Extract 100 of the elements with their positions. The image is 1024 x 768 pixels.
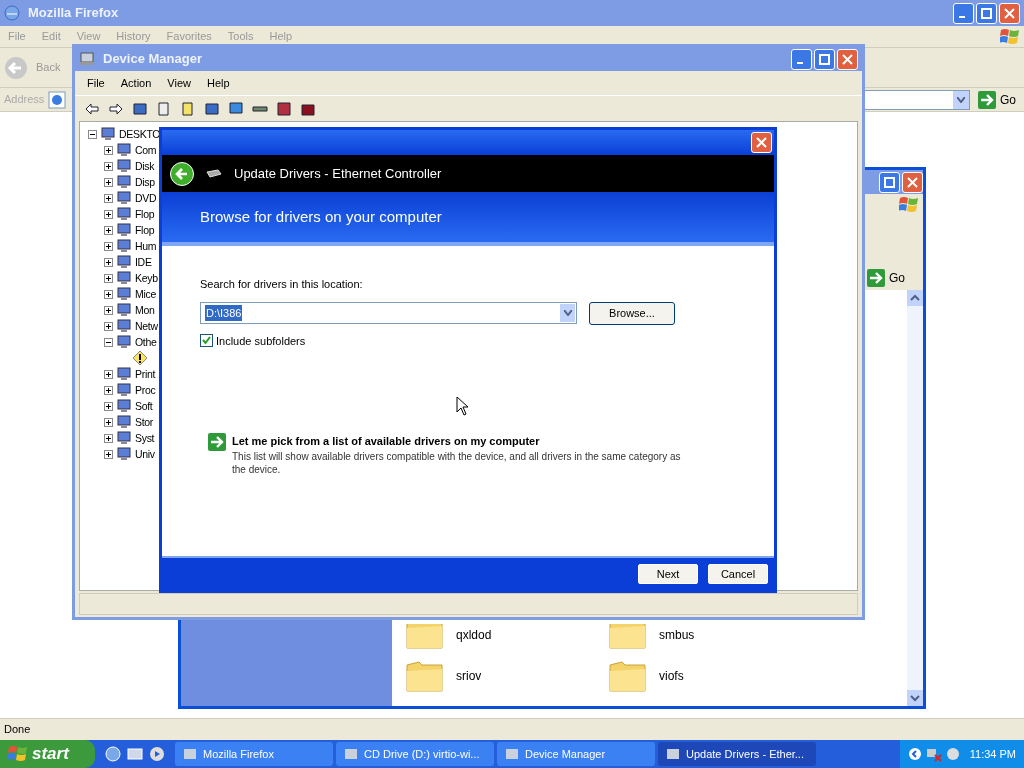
tree-item[interactable]: Syst	[135, 432, 155, 444]
expander-icon[interactable]	[104, 161, 113, 171]
expander-icon[interactable]	[104, 417, 113, 427]
menu-item[interactable]: Help	[198, 74, 238, 92]
expander-icon[interactable]	[104, 273, 113, 283]
tree-item[interactable]: Keyb	[135, 272, 158, 284]
folder-name[interactable]: qxldod	[456, 626, 492, 644]
minimize-icon	[797, 62, 803, 64]
device-icon	[116, 271, 132, 285]
tree-item[interactable]: Mice	[135, 288, 156, 300]
minimize-button[interactable]	[791, 48, 812, 70]
expander-icon[interactable]	[104, 449, 113, 459]
tree-item[interactable]: Soft	[135, 400, 153, 412]
location-combo-box[interactable]: D:\I386	[200, 302, 577, 324]
tree-item[interactable]: Proc	[135, 384, 156, 396]
tree-item[interactable]: Com	[135, 144, 157, 156]
expander-icon[interactable]	[104, 177, 113, 187]
close-button[interactable]	[999, 2, 1020, 24]
tree-item[interactable]: Print	[135, 368, 156, 380]
back-icon	[175, 166, 189, 181]
tree-item[interactable]: Flop	[135, 224, 155, 236]
scrollbar[interactable]	[907, 290, 923, 706]
back-button[interactable]	[170, 161, 194, 186]
option-link[interactable]: Let me pick from a list of available drivers on my computer	[232, 433, 682, 450]
device-icon	[116, 191, 132, 205]
maximize-icon	[884, 176, 895, 188]
expander-icon[interactable]	[104, 289, 113, 299]
window-title: Device Manager	[103, 50, 203, 69]
taskbar-button[interactable]: Device Manager	[497, 742, 655, 766]
expander-icon[interactable]	[104, 305, 113, 315]
menu-item[interactable]: Action	[112, 74, 160, 92]
browse-button[interactable]: Browse...	[589, 301, 675, 325]
expander-icon[interactable]	[104, 209, 113, 219]
menu-item[interactable]: File	[79, 74, 113, 92]
expander-icon[interactable]	[104, 225, 113, 235]
device-icon	[116, 367, 132, 381]
arrow-icon	[978, 90, 996, 109]
expander-icon[interactable]	[104, 257, 113, 267]
folder-name[interactable]: viofs	[659, 667, 684, 685]
tree-item[interactable]: Hum	[135, 240, 157, 252]
close-button[interactable]	[837, 48, 858, 70]
tree-item[interactable]: Univ	[135, 448, 155, 460]
maximize-button[interactable]	[976, 2, 997, 24]
expander-icon[interactable]	[104, 369, 113, 379]
arrow-icon[interactable]	[208, 433, 226, 451]
taskbar-button[interactable]: Mozilla Firefox	[175, 742, 333, 766]
maximize-button[interactable]	[814, 48, 835, 70]
expander-icon[interactable]	[104, 241, 113, 251]
tree-item[interactable]: Flop	[135, 208, 155, 220]
expander-icon[interactable]	[104, 385, 113, 395]
network-icon	[925, 746, 942, 762]
device-icon	[116, 447, 132, 461]
tree-item[interactable]: DESKTO	[119, 128, 161, 140]
start-button[interactable]: start	[0, 740, 95, 768]
go-button[interactable]: Go	[974, 90, 1020, 109]
close-icon	[756, 137, 767, 148]
checkbox[interactable]	[200, 334, 213, 348]
back-icon	[4, 55, 28, 80]
expander-icon[interactable]	[104, 145, 113, 155]
expander-icon[interactable]	[104, 193, 113, 203]
tree-item[interactable]: DVD	[135, 192, 157, 204]
expander-icon[interactable]	[88, 129, 97, 139]
taskbar-button[interactable]: CD Drive (D:) virtio-wi...	[336, 742, 494, 766]
media-player-icon[interactable]	[149, 746, 165, 762]
tree-item[interactable]: Disk	[135, 160, 155, 172]
address-field[interactable]	[862, 89, 970, 110]
tree-item[interactable]: Othe	[135, 336, 157, 348]
device-icon	[116, 175, 132, 189]
dialog-button[interactable]: Next	[638, 564, 698, 584]
maximize-icon	[981, 7, 992, 19]
dialog-button[interactable]: Cancel	[708, 564, 768, 584]
dialog-title: Update Drivers - Ethernet Controller	[234, 164, 442, 183]
tree-item[interactable]: Stor	[135, 416, 154, 428]
minimize-button[interactable]	[953, 2, 974, 24]
menu-item[interactable]: View	[159, 74, 199, 92]
device-icon	[116, 415, 132, 429]
tree-item[interactable]: Netw	[135, 320, 158, 332]
device-icon	[116, 255, 132, 269]
device-icon	[100, 127, 116, 141]
tree-item[interactable]: Mon	[135, 304, 155, 316]
warning-icon	[132, 350, 148, 366]
expander-icon[interactable]	[104, 337, 113, 347]
expander-icon[interactable]	[104, 433, 113, 443]
device-icon	[116, 399, 132, 413]
tree-item[interactable]: Disp	[135, 176, 155, 188]
expander-icon[interactable]	[104, 401, 113, 411]
close-button[interactable]	[902, 171, 923, 193]
close-button[interactable]	[751, 132, 772, 153]
tree-item[interactable]: IDE	[135, 256, 152, 268]
checkbox-label: Include subfolders	[216, 333, 306, 349]
window-icon	[183, 747, 197, 761]
address-label: Address	[4, 92, 45, 108]
scroll-down-icon	[907, 690, 923, 706]
taskbar-button[interactable]: Update Drivers - Ether...	[658, 742, 816, 766]
page-heading: Browse for drivers on your computer	[200, 206, 442, 227]
maximize-button[interactable]	[879, 171, 900, 193]
folder-name[interactable]: smbus	[659, 626, 695, 644]
expander-icon[interactable]	[104, 321, 113, 331]
folder-name[interactable]: sriov	[456, 667, 482, 685]
window-icon	[505, 747, 519, 761]
